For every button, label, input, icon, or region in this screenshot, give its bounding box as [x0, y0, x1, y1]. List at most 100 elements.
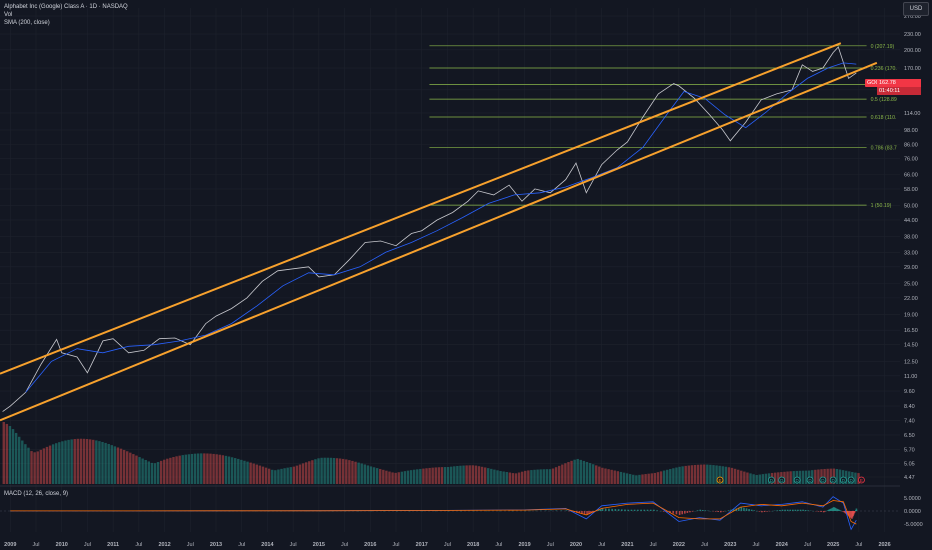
volume-bar	[576, 458, 579, 484]
price-tick-label: 44.00	[904, 218, 918, 224]
macd-histogram-bar	[781, 509, 784, 511]
volume-bar	[2, 421, 5, 484]
volume-bar	[656, 472, 660, 484]
volume-bar	[854, 472, 857, 484]
volume-bar	[332, 457, 336, 484]
volume-bar	[221, 455, 225, 484]
volume-bar	[166, 458, 169, 484]
volume-label[interactable]: Vol	[4, 11, 128, 19]
volume-bar	[681, 466, 684, 484]
volume-bar	[338, 458, 342, 484]
time-tick-label: 2009	[4, 542, 16, 548]
macd-histogram-bar	[624, 509, 626, 511]
volume-bar	[267, 468, 271, 484]
volume-bar	[554, 467, 558, 484]
macd-histogram-bar	[799, 509, 802, 511]
price-tick-label: 12.50	[904, 359, 918, 365]
time-tick-label: Jul	[444, 542, 451, 548]
volume-bar	[289, 467, 292, 484]
volume-bar	[490, 468, 493, 484]
volume-bar	[604, 468, 607, 484]
macd-histogram-bar	[763, 511, 766, 512]
macd-histogram-bar	[745, 508, 748, 511]
time-tick-label: Jul	[187, 542, 194, 548]
macd-histogram-bar	[722, 511, 725, 512]
macd-histogram-bar	[604, 508, 607, 511]
volume-bar	[601, 467, 604, 484]
volume-bar	[814, 469, 817, 484]
volume-bar	[122, 449, 126, 484]
time-tick-label: 2011	[107, 542, 119, 548]
price-tick-label: 33.00	[904, 250, 918, 256]
volume-bar	[283, 468, 286, 484]
currency-button[interactable]: USD	[903, 2, 929, 16]
volume-bar	[320, 457, 323, 484]
volume-bar	[524, 470, 527, 484]
volume-bar	[375, 468, 379, 484]
volume-bar	[141, 458, 144, 484]
channel-upper-line[interactable]	[0, 42, 842, 375]
macd-histogram-bar	[630, 509, 633, 511]
chart-canvas[interactable]: 0 (207.19)0.236 (170.0.3820.5 (128.890.6…	[0, 0, 932, 550]
fib-level-label: 1 (50.19)	[871, 203, 892, 209]
time-tick-label: 2015	[313, 542, 325, 548]
macd-label[interactable]: MACD (12, 26, close, 9)	[4, 491, 68, 497]
time-tick-label: 2013	[210, 542, 222, 548]
time-axis[interactable]: 2009 Jul 2010 Jul 2011 Jul 2012 Jul 2013 Jul 2014 J…	[4, 542, 891, 548]
volume-bar	[98, 441, 101, 484]
time-tick-label: 2022	[673, 542, 685, 548]
volume-bar	[116, 447, 120, 484]
macd-histogram-bar	[656, 510, 658, 511]
macd-histogram-bar	[565, 510, 568, 511]
macd-histogram-bar	[786, 509, 789, 511]
volume-bar	[76, 438, 80, 484]
time-tick-label: 2026	[878, 542, 890, 548]
macd-histogram-bar	[820, 511, 822, 512]
volume-bar	[85, 439, 89, 484]
volume-bar	[588, 463, 592, 484]
grid-lines	[0, 8, 900, 532]
volume-bar	[153, 463, 157, 484]
volume-bar	[443, 467, 447, 484]
time-tick-label: Jul	[135, 542, 142, 548]
price-tick-label: 16.50	[904, 328, 918, 334]
volume-bar	[224, 455, 228, 484]
volume-histogram	[2, 421, 860, 484]
time-tick-label: Jul	[341, 542, 348, 548]
time-tick-label: 2014	[261, 542, 274, 548]
volume-bar	[493, 469, 496, 484]
volume-bar	[30, 451, 33, 484]
volume-bar	[542, 469, 545, 484]
macd-histogram-bar	[704, 510, 707, 511]
volume-bar	[684, 465, 687, 484]
volume-bar	[536, 469, 539, 484]
symbol-title[interactable]: Alphabet Inc (Google) Class A · 1D · NAS…	[4, 3, 128, 11]
volume-bar	[709, 464, 712, 484]
volume-bar	[817, 469, 820, 484]
volume-bar	[730, 467, 734, 484]
volume-bar	[548, 469, 552, 484]
volume-bar	[638, 474, 641, 484]
macd-histogram-bar	[611, 508, 613, 511]
macd-histogram-bar	[662, 511, 665, 512]
sma-label[interactable]: SMA (200, close)	[4, 19, 128, 27]
volume-bar	[101, 441, 104, 484]
macd-line	[10, 496, 857, 531]
volume-bar	[422, 468, 425, 484]
volume-bar	[70, 439, 73, 484]
price-tick-label: 58.00	[904, 187, 918, 193]
macd-histogram-bar	[766, 511, 768, 512]
volume-bar	[628, 474, 632, 484]
volume-bar	[178, 455, 181, 484]
price-tick-label: 29.00	[904, 265, 918, 271]
volume-bar	[14, 432, 18, 484]
channel-lower-line[interactable]	[0, 61, 878, 422]
volume-bar	[450, 466, 453, 484]
volume-bar	[826, 468, 829, 484]
volume-bar	[801, 470, 805, 484]
volume-bar	[641, 474, 644, 484]
volume-bar	[342, 458, 345, 484]
volume-bar	[5, 423, 9, 484]
volume-bar	[653, 472, 657, 484]
marker-label: E	[718, 478, 721, 483]
